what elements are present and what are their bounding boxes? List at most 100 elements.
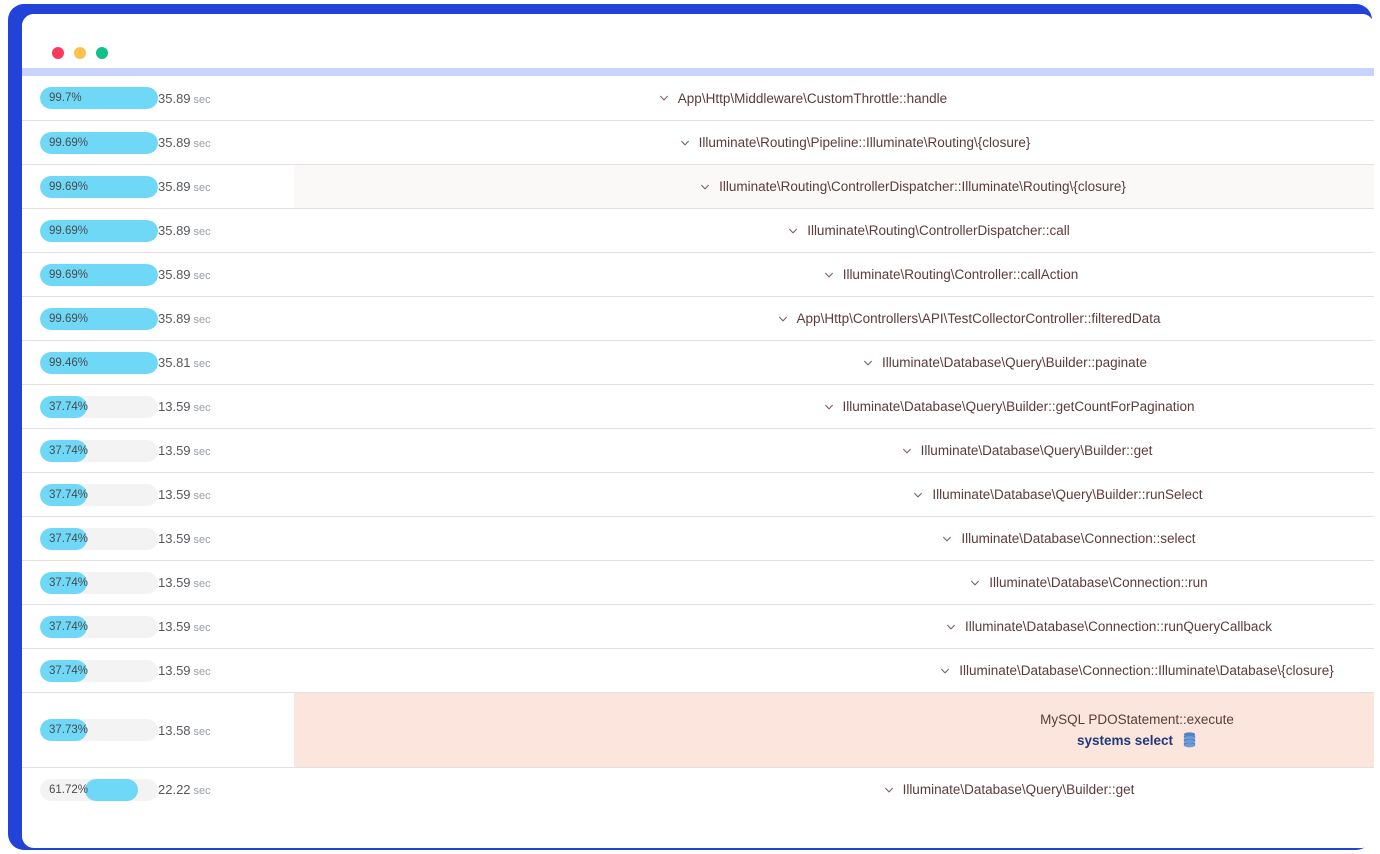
traffic-light-controls <box>52 47 108 59</box>
call-frame-row[interactable]: Illuminate\Database\Connection::run <box>970 575 1208 590</box>
gauge-track: 99.46% <box>40 351 158 374</box>
call-frame-cell[interactable]: Illuminate\Database\Connection::runQuery… <box>276 619 1374 634</box>
window-titlebar <box>22 14 1374 76</box>
maximize-button[interactable] <box>96 47 108 59</box>
percent-gauge: 99.46% <box>22 351 158 374</box>
duration-value: 13.59 <box>158 575 191 590</box>
duration-value: 35.89 <box>158 179 191 194</box>
call-frame-cell[interactable]: Illuminate\Routing\ControllerDispatcher:… <box>276 179 1374 194</box>
chevron-down-icon[interactable] <box>942 534 952 544</box>
call-frame-row[interactable]: Illuminate\Database\Query\Builder::runSe… <box>913 487 1203 502</box>
chevron-down-icon[interactable] <box>824 402 834 412</box>
call-frame-cell[interactable]: Illuminate\Database\Query\Builder::runSe… <box>276 487 1374 502</box>
call-frame-row[interactable]: Illuminate\Database\Query\Builder::pagin… <box>863 355 1147 370</box>
duration-value: 35.89 <box>158 311 191 326</box>
call-frame-row[interactable]: Illuminate\Database\Query\Builder::get <box>884 782 1134 797</box>
duration-unit: sec <box>193 270 211 282</box>
duration-value: 35.89 <box>158 135 191 150</box>
call-frame-cell[interactable]: Illuminate\Database\Connection::Illumina… <box>276 663 1374 678</box>
call-frame-cell[interactable]: Illuminate\Routing\Controller::callActio… <box>276 267 1374 282</box>
call-frame-row[interactable]: Illuminate\Database\Connection::select <box>942 531 1196 546</box>
table-row[interactable]: 99.69% 35.89 sec Illuminate\Routing\Control… <box>22 208 1374 252</box>
chevron-down-icon[interactable] <box>913 490 923 500</box>
call-frame-cell[interactable]: Illuminate\Database\Query\Builder::pagin… <box>276 355 1374 370</box>
call-frame-cell[interactable]: Illuminate\Routing\Pipeline::Illuminate\… <box>276 135 1374 150</box>
percent-gauge: 99.69% <box>22 131 158 154</box>
chevron-down-icon[interactable] <box>788 226 798 236</box>
gauge-track: 37.74% <box>40 615 158 638</box>
call-frame-cell[interactable]: App\Http\Controllers\API\TestCollectorCo… <box>276 311 1374 326</box>
percent-label: 37.74% <box>49 620 89 633</box>
table-row[interactable]: 37.74% 13.59 sec Illuminate\Database\Connec… <box>22 648 1374 692</box>
table-row[interactable]: 37.74% 13.59 sec Illuminate\Database\Connec… <box>22 604 1374 648</box>
chevron-down-icon[interactable] <box>902 446 912 456</box>
call-frame-row[interactable]: Illuminate\Database\Query\Builder::get <box>902 443 1153 458</box>
table-row[interactable]: 37.74% 13.59 sec Illuminate\Database\Connec… <box>22 560 1374 604</box>
duration-cell: 35.89 sec <box>158 311 276 326</box>
call-frame-cell[interactable]: Illuminate\Database\Query\Builder::get <box>276 782 1374 797</box>
call-frame-label: Illuminate\Database\Query\Builder::get <box>920 443 1153 458</box>
query-summary[interactable]: systems select <box>1077 732 1197 748</box>
duration-value: 35.89 <box>158 267 191 282</box>
duration-cell: 13.59 sec <box>158 531 276 546</box>
call-frame-cell[interactable]: Illuminate\Database\Query\Builder::getCo… <box>276 399 1374 414</box>
call-frame-cell[interactable]: Illuminate\Database\Connection::select <box>276 531 1374 546</box>
gauge-track: 37.74% <box>40 571 158 594</box>
profiler-call-tree[interactable]: 99.7% 35.89 sec App\Http\Middleware\CustomT… <box>22 76 1374 840</box>
table-row[interactable]: 37.74% 13.59 sec Illuminate\Database\Query\… <box>22 384 1374 428</box>
chevron-down-icon[interactable] <box>863 358 873 368</box>
percent-label: 37.74% <box>49 400 89 413</box>
percent-label: 37.74% <box>49 664 89 677</box>
percent-gauge: 99.7% <box>22 87 158 109</box>
minimize-button[interactable] <box>74 47 86 59</box>
chevron-down-icon[interactable] <box>884 785 894 795</box>
table-row[interactable]: 37.74% 13.59 sec Illuminate\Database\Connec… <box>22 516 1374 560</box>
table-row[interactable]: 61.72% 22.22 sec Illuminate\Database\Query\… <box>22 767 1374 811</box>
chevron-down-icon[interactable] <box>659 93 669 103</box>
chevron-down-icon[interactable] <box>700 182 710 192</box>
browser-window-inner: 99.7% 35.89 sec App\Http\Middleware\CustomT… <box>22 14 1374 848</box>
call-frame-row[interactable]: Illuminate\Database\Connection::Illumina… <box>940 663 1334 678</box>
call-frame-cell[interactable]: App\Http\Middleware\CustomThrottle::hand… <box>276 91 1374 106</box>
call-frame-cell[interactable]: Illuminate\Routing\ControllerDispatcher:… <box>276 223 1374 238</box>
call-frame-cell[interactable]: Illuminate\Database\Connection::run <box>276 575 1374 590</box>
call-frame-label: Illuminate\Database\Connection::select <box>961 531 1196 546</box>
chevron-down-icon[interactable] <box>940 666 950 676</box>
call-frame-row[interactable]: Illuminate\Database\Connection::runQuery… <box>946 619 1272 634</box>
call-frame-row[interactable]: Illuminate\Database\Query\Builder::getCo… <box>824 399 1194 414</box>
percent-gauge: 37.74% <box>22 483 158 506</box>
percent-label: 99.69% <box>49 268 89 281</box>
query-details[interactable]: MySQL PDOStatement::execute systems selec… <box>610 712 1374 748</box>
call-frame-row[interactable]: Illuminate\Routing\Pipeline::Illuminate\… <box>680 135 1030 150</box>
duration-cell: 13.59 sec <box>158 399 276 414</box>
table-row[interactable]: 99.69% 35.89 sec Illuminate\Routing\Pipelin… <box>22 120 1374 164</box>
table-row[interactable]: 37.74% 13.59 sec Illuminate\Database\Query\… <box>22 472 1374 516</box>
duration-value: 35.81 <box>158 355 191 370</box>
call-frame-row[interactable]: Illuminate\Routing\ControllerDispatcher:… <box>700 179 1126 194</box>
close-button[interactable] <box>52 47 64 59</box>
table-row[interactable]: 99.7% 35.89 sec App\Http\Middleware\CustomT… <box>22 76 1374 120</box>
call-frame-row[interactable]: App\Http\Controllers\API\TestCollectorCo… <box>778 311 1160 326</box>
percent-label: 99.46% <box>49 356 89 369</box>
table-row[interactable]: 37.73% 13.58 sec MySQL PDOStatement::execut… <box>22 692 1374 767</box>
chevron-down-icon[interactable] <box>946 622 956 632</box>
chevron-down-icon[interactable] <box>680 138 690 148</box>
call-frame-row[interactable]: Illuminate\Routing\ControllerDispatcher:… <box>788 223 1070 238</box>
gauge-track: 99.69% <box>40 307 158 330</box>
percent-gauge: 37.74% <box>22 439 158 462</box>
call-frame-cell[interactable]: Illuminate\Database\Query\Builder::get <box>276 443 1374 458</box>
chevron-down-icon[interactable] <box>824 270 834 280</box>
table-row[interactable]: 99.46% 35.81 sec Illuminate\Database\Query\… <box>22 340 1374 384</box>
call-frame-row[interactable]: Illuminate\Routing\Controller::callActio… <box>824 267 1079 282</box>
table-row[interactable]: 99.69% 35.89 sec App\Http\Controllers\API\T… <box>22 296 1374 340</box>
chevron-down-icon[interactable] <box>778 314 788 324</box>
call-frame-label: Illuminate\Routing\Controller::callActio… <box>842 267 1079 282</box>
table-row[interactable]: 99.69% 35.89 sec Illuminate\Routing\Control… <box>22 252 1374 296</box>
percent-label: 61.72% <box>49 783 89 796</box>
chevron-down-icon[interactable] <box>970 578 980 588</box>
table-row[interactable]: 99.69% 35.89 sec Illuminate\Routing\Control… <box>22 164 1374 208</box>
table-row[interactable]: 37.74% 13.59 sec Illuminate\Database\Query\… <box>22 428 1374 472</box>
percent-gauge: 37.74% <box>22 571 158 594</box>
call-frame-row[interactable]: App\Http\Middleware\CustomThrottle::hand… <box>659 91 947 106</box>
duration-cell: 35.89 sec <box>158 267 276 282</box>
